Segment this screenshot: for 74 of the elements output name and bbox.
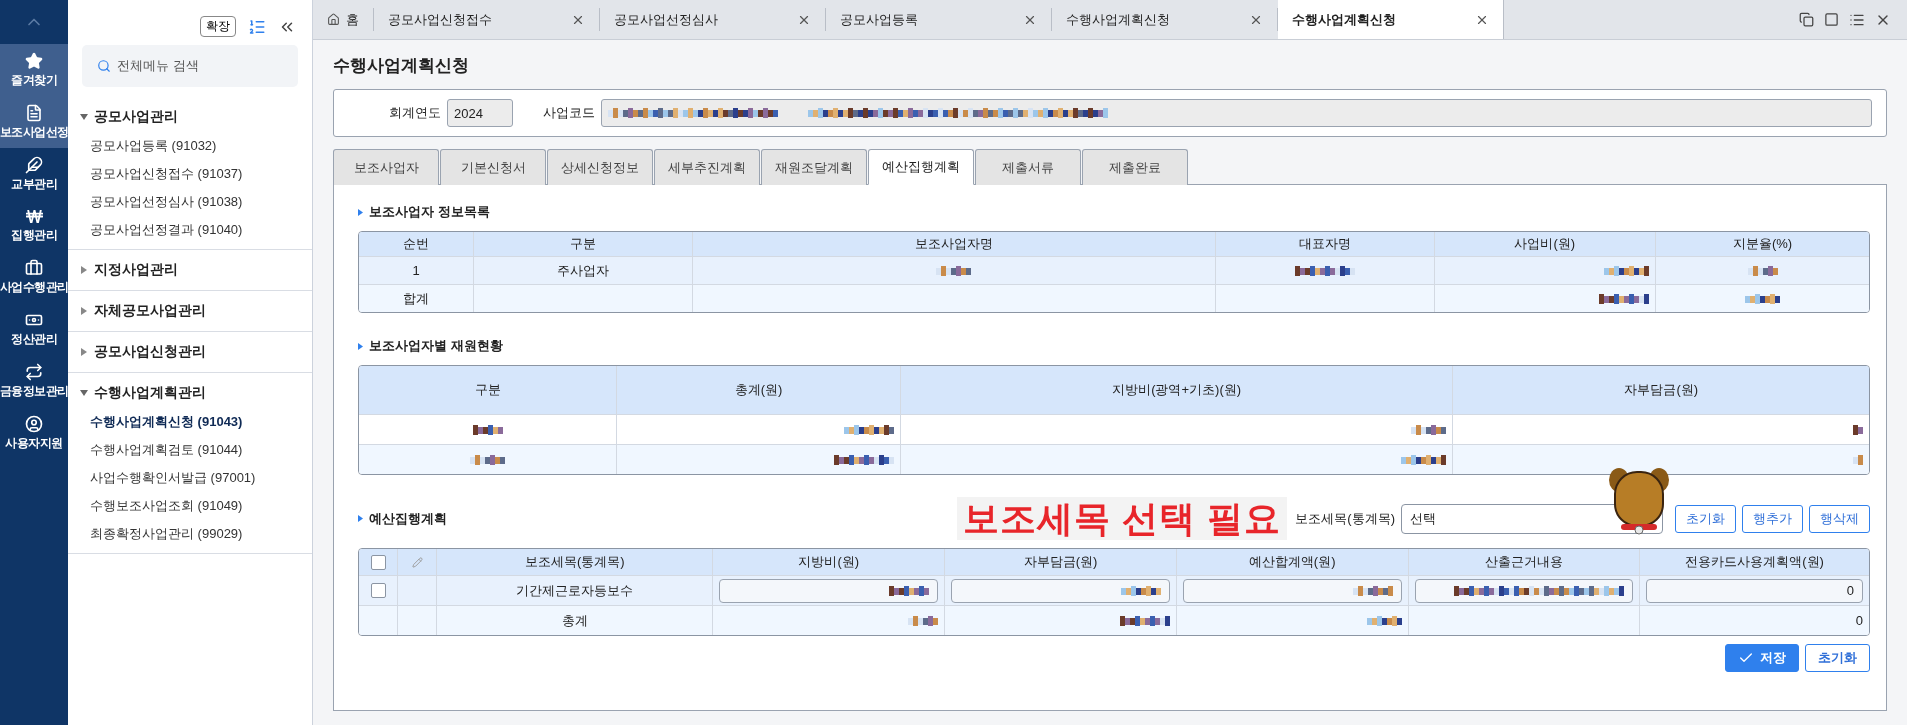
menu-group-title[interactable]: 지정사업관리 [94, 261, 178, 279]
menu-item[interactable]: 수행사업계획신청 (91043) [68, 408, 312, 436]
table-cell: 기간제근로자등보수 [516, 581, 634, 600]
rail-item[interactable]: 집행관리 [0, 200, 68, 251]
rail-item[interactable]: 사용자지원 [0, 407, 68, 459]
section-title: 보조사업자 정보목록 [369, 203, 490, 221]
section-tab[interactable]: 재원조달계획 [761, 149, 867, 185]
column-header: 총계(원) [734, 381, 783, 399]
column-header: 구분 [474, 381, 501, 399]
column-header: 자부담금(원) [1023, 553, 1098, 572]
menu-group-title[interactable]: 공모사업관리 [94, 108, 178, 126]
field-label: 보조세목(통계목) [1295, 509, 1395, 528]
menu-group-title[interactable]: 공모사업신청관리 [94, 343, 206, 361]
action-button[interactable]: 초기화 [1675, 504, 1736, 533]
section-tab[interactable]: 예산집행계획 [868, 149, 974, 185]
column-header: 산출근거내용 [1484, 553, 1563, 572]
menu-item[interactable]: 공모사업등록 (91032) [68, 132, 312, 160]
page-tab[interactable]: 공모사업등록 [826, 8, 1052, 31]
rail-item[interactable]: 교부관리 [0, 148, 68, 200]
page-title: 수행사업계획신청 [333, 55, 470, 77]
menu-item[interactable]: 수행사업계획검토 (91044) [68, 436, 312, 464]
rail-item[interactable]: 금융정보관리 [0, 355, 68, 407]
column-header: 지분율(%) [1732, 235, 1793, 253]
action-button[interactable]: 행삭제 [1809, 504, 1870, 533]
menu-item[interactable]: 수행보조사업조회 (91049) [68, 492, 312, 520]
field-label: 사업코드 [543, 104, 595, 122]
menu-group-title[interactable]: 수행사업계획관리 [94, 384, 206, 402]
column-header: 사업비(원) [1514, 235, 1576, 253]
section-tab[interactable]: 보조사업자 [333, 149, 439, 185]
cell-input[interactable]: 0 [1646, 578, 1864, 603]
rail-item[interactable]: 정산관리 [0, 303, 68, 355]
menu-group-title[interactable]: 자체공모사업관리 [94, 302, 206, 320]
reset-button[interactable]: 초기화 [1805, 644, 1870, 673]
column-header: 순번 [403, 235, 430, 253]
fiscal-year-field[interactable]: 2024 [447, 99, 513, 127]
column-header: 자부담금(원) [1624, 381, 1699, 399]
column-header: 대표자명 [1298, 235, 1351, 253]
save-button[interactable]: 저장 [1725, 644, 1799, 673]
menu-item[interactable]: 최종확정사업관리 (99029) [68, 520, 312, 548]
page-tab[interactable]: 홈 [313, 8, 374, 31]
section-tab[interactable]: 세부추진계획 [654, 149, 760, 185]
menu-item[interactable]: 공모사업신청접수 (91037) [68, 160, 312, 188]
column-header: 지방비(원) [798, 553, 860, 572]
page-tab[interactable]: 수행사업계획신청 [1278, 0, 1504, 39]
menu-item[interactable]: 사업수행확인서발급 (97001) [68, 464, 312, 492]
section-title: 예산집행계획 [369, 509, 447, 528]
section-tab[interactable]: 상세신청정보 [547, 149, 653, 185]
table-cell: 총계 [561, 611, 588, 630]
page-tab[interactable]: 공모사업신청접수 [374, 8, 600, 31]
section-title: 보조사업자별 재원현황 [369, 337, 503, 355]
search-field[interactable]: 전체메뉴 검색 [82, 45, 298, 87]
rail-item[interactable]: 사업수행관리 [0, 251, 68, 303]
section-tab[interactable]: 기본신청서 [440, 149, 546, 185]
rail-item[interactable]: 보조사업선정 [0, 96, 68, 148]
table-cell: 주사업자 [557, 261, 610, 280]
expand-button[interactable]: 확장 [200, 16, 236, 37]
section-tab[interactable]: 제출서류 [975, 149, 1081, 185]
table-cell: 1 [412, 263, 420, 278]
column-header: 보조사업자명 [914, 235, 993, 253]
menu-item[interactable]: 공모사업선정결과 (91040) [68, 216, 312, 244]
table-cell: 0 [1855, 613, 1864, 629]
column-header: 전용카드사용계획액(원) [1685, 553, 1824, 572]
column-header: 지방비(광역+기초)(원) [1112, 381, 1242, 399]
action-button[interactable]: 행추가 [1742, 504, 1803, 533]
rail-item[interactable]: 즐겨찾기 [0, 44, 68, 96]
column-header: 구분 [570, 235, 597, 253]
warning-text: 보조세목 선택 필요 [957, 497, 1288, 541]
section-tab[interactable]: 제출완료 [1082, 149, 1188, 185]
field-label: 회계연도 [389, 104, 441, 122]
column-header: 예산합계액(원) [1248, 553, 1336, 572]
column-header: 보조세목(통계목) [524, 553, 625, 572]
menu-item[interactable]: 공모사업선정심사 (91038) [68, 188, 312, 216]
table-cell: 합계 [403, 289, 430, 308]
page-tab[interactable]: 공모사업선정심사 [600, 8, 826, 31]
